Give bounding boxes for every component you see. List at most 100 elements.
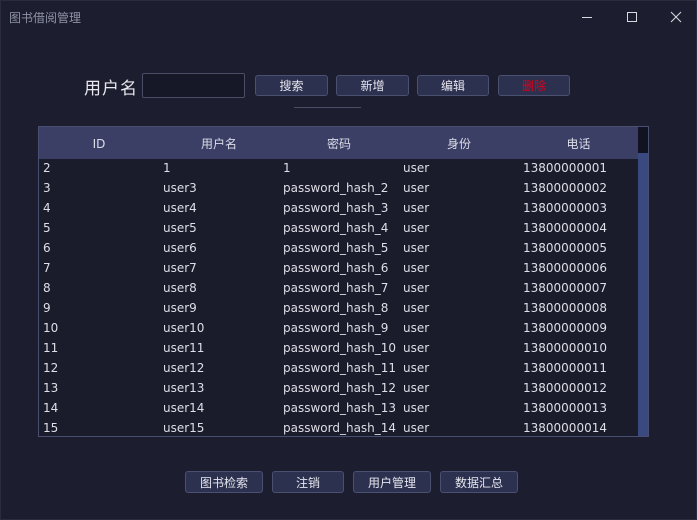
cell-username[interactable]: 1 — [159, 159, 279, 179]
cell-role[interactable]: user — [399, 159, 519, 179]
cell-password[interactable]: password_hash_9 — [279, 319, 399, 339]
cell-username[interactable]: user7 — [159, 259, 279, 279]
table-row[interactable]: 3 user3 password_hash_2 user 13800000002 — [39, 179, 638, 199]
cell-password[interactable]: password_hash_3 — [279, 199, 399, 219]
add-button[interactable]: 新增 — [336, 75, 409, 96]
cell-password[interactable]: password_hash_6 — [279, 259, 399, 279]
search-input[interactable] — [142, 73, 245, 98]
logout-button[interactable]: 注销 — [272, 471, 344, 493]
table-row[interactable]: 13 user13 password_hash_12 user 13800000012 — [39, 379, 638, 399]
cell-phone[interactable]: 13800000013 — [519, 399, 638, 419]
cell-id[interactable]: 9 — [39, 299, 159, 319]
cell-phone[interactable]: 13800000009 — [519, 319, 638, 339]
cell-id[interactable]: 5 — [39, 219, 159, 239]
table-row[interactable]: 7 user7 password_hash_6 user 13800000006 — [39, 259, 638, 279]
cell-role[interactable]: user — [399, 279, 519, 299]
cell-username[interactable]: user10 — [159, 319, 279, 339]
cell-role[interactable]: user — [399, 199, 519, 219]
cell-id[interactable]: 3 — [39, 179, 159, 199]
cell-username[interactable]: user5 — [159, 219, 279, 239]
user-table[interactable]: ID 用户名 密码 身份 电话 2 1 1 user 13800000001 3 user3… — [38, 126, 649, 437]
cell-id[interactable]: 6 — [39, 239, 159, 259]
cell-id[interactable]: 12 — [39, 359, 159, 379]
vertical-scrollbar[interactable] — [638, 127, 648, 436]
cell-role[interactable]: user — [399, 259, 519, 279]
cell-password[interactable]: password_hash_7 — [279, 279, 399, 299]
cell-password[interactable]: password_hash_13 — [279, 399, 399, 419]
cell-password[interactable]: password_hash_2 — [279, 179, 399, 199]
cell-password[interactable]: password_hash_10 — [279, 339, 399, 359]
column-header-password[interactable]: 密码 — [279, 127, 399, 159]
cell-username[interactable]: user15 — [159, 419, 279, 436]
cell-username[interactable]: user3 — [159, 179, 279, 199]
table-row[interactable]: 5 user5 password_hash_4 user 13800000004 — [39, 219, 638, 239]
cell-id[interactable]: 15 — [39, 419, 159, 436]
table-row[interactable]: 9 user9 password_hash_8 user 13800000008 — [39, 299, 638, 319]
table-row[interactable]: 4 user4 password_hash_3 user 13800000003 — [39, 199, 638, 219]
cell-id[interactable]: 13 — [39, 379, 159, 399]
cell-role[interactable]: user — [399, 319, 519, 339]
cell-phone[interactable]: 13800000014 — [519, 419, 638, 436]
column-header-username[interactable]: 用户名 — [159, 127, 279, 159]
delete-button[interactable]: 删除 — [498, 75, 570, 96]
column-header-role[interactable]: 身份 — [399, 127, 519, 159]
table-row[interactable]: 12 user12 password_hash_11 user 13800000011 — [39, 359, 638, 379]
cell-id[interactable]: 2 — [39, 159, 159, 179]
cell-username[interactable]: user6 — [159, 239, 279, 259]
search-button[interactable]: 搜索 — [255, 75, 328, 96]
cell-role[interactable]: user — [399, 379, 519, 399]
table-row[interactable]: 6 user6 password_hash_5 user 13800000005 — [39, 239, 638, 259]
data-summary-button[interactable]: 数据汇总 — [440, 471, 518, 493]
cell-phone[interactable]: 13800000003 — [519, 199, 638, 219]
cell-password[interactable]: password_hash_5 — [279, 239, 399, 259]
cell-id[interactable]: 11 — [39, 339, 159, 359]
edit-button[interactable]: 编辑 — [417, 75, 489, 96]
cell-phone[interactable]: 13800000007 — [519, 279, 638, 299]
cell-username[interactable]: user8 — [159, 279, 279, 299]
cell-id[interactable]: 10 — [39, 319, 159, 339]
cell-role[interactable]: user — [399, 179, 519, 199]
cell-username[interactable]: user12 — [159, 359, 279, 379]
maximize-button[interactable] — [614, 5, 650, 29]
cell-phone[interactable]: 13800000011 — [519, 359, 638, 379]
cell-username[interactable]: user9 — [159, 299, 279, 319]
cell-username[interactable]: user4 — [159, 199, 279, 219]
cell-role[interactable]: user — [399, 359, 519, 379]
scrollbar-thumb[interactable] — [638, 153, 648, 436]
cell-id[interactable]: 14 — [39, 399, 159, 419]
cell-id[interactable]: 7 — [39, 259, 159, 279]
cell-username[interactable]: user14 — [159, 399, 279, 419]
cell-role[interactable]: user — [399, 339, 519, 359]
cell-password[interactable]: password_hash_4 — [279, 219, 399, 239]
cell-phone[interactable]: 13800000001 — [519, 159, 638, 179]
table-row[interactable]: 10 user10 password_hash_9 user 13800000009 — [39, 319, 638, 339]
cell-id[interactable]: 8 — [39, 279, 159, 299]
table-row[interactable]: 8 user8 password_hash_7 user 13800000007 — [39, 279, 638, 299]
close-button[interactable] — [658, 5, 694, 29]
table-row[interactable]: 2 1 1 user 13800000001 — [39, 159, 638, 179]
cell-username[interactable]: user13 — [159, 379, 279, 399]
column-header-id[interactable]: ID — [39, 127, 159, 159]
cell-role[interactable]: user — [399, 399, 519, 419]
cell-role[interactable]: user — [399, 299, 519, 319]
cell-role[interactable]: user — [399, 419, 519, 436]
table-row[interactable]: 15 user15 password_hash_14 user 13800000014 — [39, 419, 638, 436]
cell-password[interactable]: password_hash_12 — [279, 379, 399, 399]
cell-role[interactable]: user — [399, 239, 519, 259]
cell-password[interactable]: password_hash_11 — [279, 359, 399, 379]
cell-id[interactable]: 4 — [39, 199, 159, 219]
cell-password[interactable]: 1 — [279, 159, 399, 179]
cell-phone[interactable]: 13800000004 — [519, 219, 638, 239]
cell-phone[interactable]: 13800000008 — [519, 299, 638, 319]
cell-username[interactable]: user11 — [159, 339, 279, 359]
cell-password[interactable]: password_hash_14 — [279, 419, 399, 436]
cell-role[interactable]: user — [399, 219, 519, 239]
minimize-button[interactable] — [569, 5, 605, 29]
table-row[interactable]: 11 user11 password_hash_10 user 13800000010 — [39, 339, 638, 359]
column-header-phone[interactable]: 电话 — [519, 127, 638, 159]
cell-phone[interactable]: 13800000005 — [519, 239, 638, 259]
user-management-button[interactable]: 用户管理 — [353, 471, 431, 493]
cell-password[interactable]: password_hash_8 — [279, 299, 399, 319]
cell-phone[interactable]: 13800000010 — [519, 339, 638, 359]
table-row[interactable]: 14 user14 password_hash_13 user 13800000013 — [39, 399, 638, 419]
